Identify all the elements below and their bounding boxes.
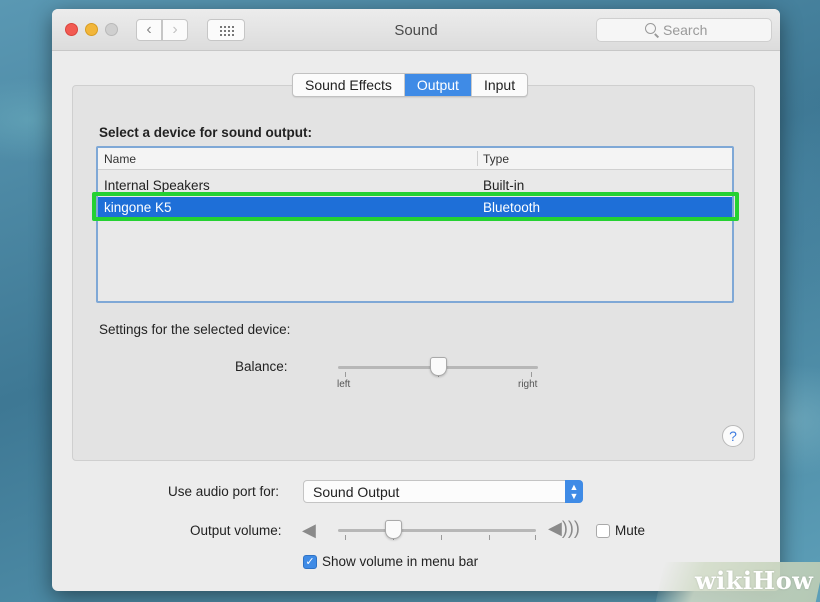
watermark-logo: wikiHow <box>695 566 814 595</box>
slider-tick <box>345 372 346 377</box>
search-icon <box>645 23 656 34</box>
slider-tick <box>535 535 536 540</box>
mute-checkbox[interactable] <box>596 524 610 538</box>
checkmark-icon: ✓ <box>305 556 315 568</box>
output-device-table[interactable]: Name Type Internal Speakers Built-in kin… <box>96 146 734 303</box>
slider-tick <box>441 535 442 540</box>
sound-preferences-window: ‹ › Sound Search Sound Effects Output In… <box>52 9 780 591</box>
balance-right-label: right <box>518 379 538 390</box>
audio-port-select[interactable]: Sound Output ▲ ▼ <box>303 480 583 503</box>
search-placeholder: Search <box>663 22 708 38</box>
speaker-high-icon: ◀))) <box>548 518 580 538</box>
slider-tick <box>531 372 532 377</box>
device-type: Built-in <box>483 178 525 193</box>
audio-port-value: Sound Output <box>313 484 400 500</box>
up-down-arrows-icon: ▲ ▼ <box>565 480 583 503</box>
tab-sound-effects[interactable]: Sound Effects <box>293 74 405 96</box>
output-volume-label: Output volume: <box>190 523 282 538</box>
slider-tick <box>345 535 346 540</box>
balance-left-label: left <box>337 379 351 390</box>
help-icon: ? <box>729 428 737 444</box>
column-header-type[interactable]: Type <box>483 152 509 166</box>
search-field[interactable]: Search <box>596 18 772 42</box>
column-divider <box>477 151 478 166</box>
tab-input[interactable]: Input <box>472 74 527 96</box>
speaker-low-icon: ◀ <box>302 520 316 540</box>
device-settings-heading: Settings for the selected device: <box>99 322 291 337</box>
column-header-name[interactable]: Name <box>104 152 136 166</box>
help-button[interactable]: ? <box>722 425 744 447</box>
show-volume-checkbox[interactable]: ✓ <box>303 555 317 569</box>
volume-slider-track[interactable] <box>338 529 536 532</box>
title-bar: ‹ › Sound Search <box>52 9 780 51</box>
slider-tick <box>489 535 490 540</box>
tab-bar: Sound Effects Output Input <box>292 73 529 97</box>
balance-slider-thumb[interactable] <box>430 357 447 376</box>
table-header: Name Type <box>98 148 732 170</box>
table-row-selected[interactable]: kingone K5 Bluetooth <box>98 197 732 219</box>
device-type: Bluetooth <box>483 200 541 215</box>
volume-slider-thumb[interactable] <box>385 520 403 539</box>
audio-port-label: Use audio port for: <box>168 484 280 499</box>
balance-label: Balance: <box>235 359 288 374</box>
show-volume-label[interactable]: Show volume in menu bar <box>322 554 478 569</box>
tab-output[interactable]: Output <box>404 74 472 96</box>
mute-label[interactable]: Mute <box>615 523 645 538</box>
device-list-heading: Select a device for sound output: <box>99 125 313 140</box>
device-name: Internal Speakers <box>104 178 210 193</box>
device-name: kingone K5 <box>104 200 172 215</box>
table-row[interactable]: Internal Speakers Built-in <box>98 175 732 197</box>
